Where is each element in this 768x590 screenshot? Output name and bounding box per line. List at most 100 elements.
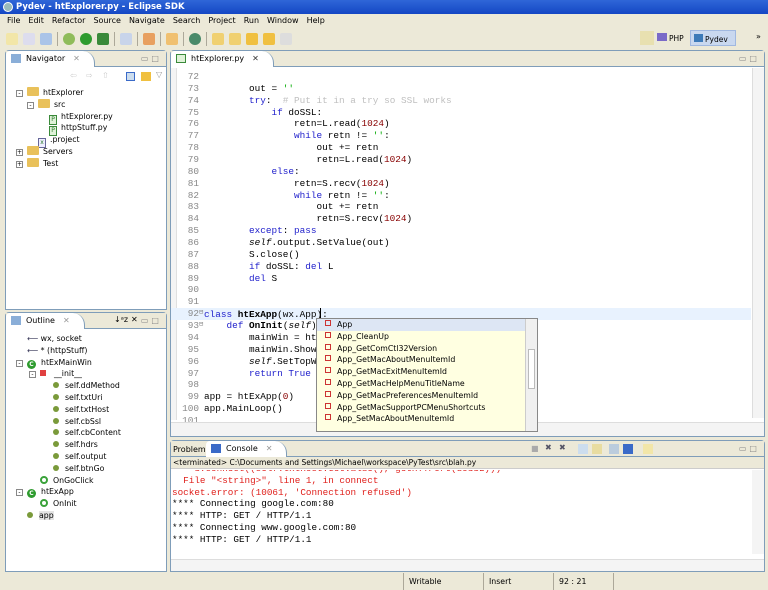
tree-item[interactable]: self.txtHost: [6, 404, 166, 416]
back-icon[interactable]: [263, 33, 275, 45]
tree-item[interactable]: -ChtExApp: [6, 486, 166, 498]
menu-run[interactable]: Run: [241, 14, 264, 28]
tree-item[interactable]: self.txtUri: [6, 392, 166, 404]
tree-item[interactable]: self.btnGo: [6, 463, 166, 475]
expander-icon[interactable]: -: [16, 90, 23, 97]
expander-icon[interactable]: -: [27, 102, 34, 109]
console-output[interactable]: S.connect((self.txtHost.GetValue(), getH…: [172, 470, 747, 552]
remove-all-launches-icon[interactable]: ✖: [559, 443, 566, 452]
debug-icon[interactable]: [63, 33, 75, 45]
close-icon[interactable]: ✕: [252, 54, 259, 63]
code-line[interactable]: 91: [171, 296, 751, 308]
code-line[interactable]: 78 out += retn: [171, 142, 751, 154]
tree-item[interactable]: -ChtExMainWin: [6, 357, 166, 369]
code-line[interactable]: 81 retn=S.recv(1024): [171, 178, 751, 190]
code-line[interactable]: 90: [171, 284, 751, 296]
expander-icon[interactable]: -: [16, 489, 23, 496]
open-type-icon[interactable]: [166, 33, 178, 45]
tree-item[interactable]: -src: [6, 99, 166, 111]
console-horizontal-scrollbar[interactable]: [171, 559, 764, 571]
forward-icon[interactable]: [280, 33, 292, 45]
code-line[interactable]: 74 try: # Put it in a try so SSL works: [171, 95, 751, 107]
collapse-all-icon[interactable]: [126, 72, 135, 81]
previous-annotation-icon[interactable]: [229, 33, 241, 45]
pin-icon[interactable]: [143, 33, 155, 45]
tab-console[interactable]: Console✕: [206, 441, 287, 457]
code-line[interactable]: 79 retn=L.read(1024): [171, 154, 751, 166]
tree-item[interactable]: ⟵ wx, socket: [6, 333, 166, 345]
task-icon[interactable]: [120, 33, 132, 45]
open-console-icon[interactable]: [643, 444, 653, 454]
terminate-icon[interactable]: ■: [531, 444, 539, 453]
next-annotation-icon[interactable]: [212, 33, 224, 45]
code-line[interactable]: 84 retn=S.recv(1024): [171, 213, 751, 225]
expander-icon[interactable]: -: [16, 360, 23, 367]
expander-icon[interactable]: +: [16, 161, 23, 168]
close-icon[interactable]: ✕: [63, 316, 70, 325]
code-line[interactable]: 80 else:: [171, 166, 751, 178]
external-tools-icon[interactable]: [97, 33, 109, 45]
vertical-scrollbar[interactable]: [752, 68, 764, 418]
tab-problems[interactable]: Problems: [173, 445, 210, 454]
completion-item[interactable]: App_GetMacExitMenuItemId: [317, 366, 525, 378]
code-line[interactable]: 73 out = '': [171, 83, 751, 95]
tree-item[interactable]: ⟵ * (httpStuff): [6, 345, 166, 357]
print-icon[interactable]: [40, 33, 52, 45]
code-line[interactable]: 72: [171, 71, 751, 83]
run-icon[interactable]: [80, 33, 92, 45]
code-line[interactable]: 82 while retn != '':: [171, 190, 751, 202]
tab-htexplorer-py[interactable]: htExplorer.py✕: [171, 51, 274, 67]
code-line[interactable]: 89 del S: [171, 273, 751, 285]
code-line[interactable]: 85 except: pass: [171, 225, 751, 237]
code-line[interactable]: 77 while retn != '':: [171, 130, 751, 142]
tree-item[interactable]: PhtExplorer.py: [6, 111, 166, 123]
menu-help[interactable]: Help: [304, 14, 330, 28]
menu-edit[interactable]: Edit: [25, 14, 49, 28]
tab-navigator[interactable]: Navigator✕: [6, 51, 95, 67]
tree-item[interactable]: OnInit: [6, 498, 166, 510]
code-line[interactable]: 87 S.close(): [171, 249, 751, 261]
sort-icon[interactable]: ↓ᵃz: [114, 315, 128, 324]
up-icon[interactable]: ⇧: [102, 71, 109, 80]
completion-item[interactable]: App: [317, 319, 525, 331]
perspective-pydev[interactable]: Pydev: [690, 30, 736, 46]
code-line[interactable]: 75 if doSSL:: [171, 107, 751, 119]
pin-console-icon[interactable]: [609, 444, 619, 454]
open-perspective-icon[interactable]: [640, 31, 654, 45]
fold-icon[interactable]: ⊟: [199, 320, 203, 332]
new-icon[interactable]: [6, 33, 18, 45]
last-edit-icon[interactable]: [246, 33, 258, 45]
tree-item[interactable]: OnGoClick: [6, 475, 166, 487]
close-icon[interactable]: ✕: [73, 54, 80, 63]
back-icon[interactable]: ⇦: [70, 71, 77, 80]
clear-console-icon[interactable]: [578, 444, 588, 454]
menu-search[interactable]: Search: [170, 14, 205, 28]
tree-item[interactable]: self.ddMethod: [6, 380, 166, 392]
link-with-editor-icon[interactable]: [141, 72, 151, 81]
completion-item[interactable]: App_GetComCtl32Version: [317, 343, 525, 355]
completion-item[interactable]: App_GetMacSupportPCMenuShortcuts: [317, 402, 525, 414]
forward-icon[interactable]: ⇨: [86, 71, 93, 80]
expander-icon[interactable]: +: [16, 149, 23, 156]
code-line[interactable]: 88 if doSSL: del L: [171, 261, 751, 273]
code-line[interactable]: 83 out += retn: [171, 201, 751, 213]
completion-item[interactable]: App_GetMacHelpMenuTitleName: [317, 378, 525, 390]
tree-item[interactable]: +Test: [6, 158, 166, 170]
code-line[interactable]: 76 retn=L.read(1024): [171, 118, 751, 130]
tree-item[interactable]: PhttpStuff.py: [6, 122, 166, 134]
tree-item[interactable]: x.project: [6, 134, 166, 146]
perspective-php[interactable]: PHP: [657, 33, 684, 43]
tree-item[interactable]: self.cbSsl: [6, 416, 166, 428]
completion-scrollbar[interactable]: [525, 319, 537, 431]
menu-navigate[interactable]: Navigate: [126, 14, 170, 28]
tree-item[interactable]: -__init__: [6, 368, 166, 380]
completion-item[interactable]: App_SetMacAboutMenuItemId: [317, 413, 525, 425]
tree-item[interactable]: self.hdrs: [6, 439, 166, 451]
remove-launch-icon[interactable]: ✖: [545, 443, 552, 452]
tree-item[interactable]: +Servers: [6, 146, 166, 158]
perspective-overflow[interactable]: »: [756, 32, 761, 41]
fold-icon[interactable]: ⊟: [199, 308, 203, 320]
menu-window[interactable]: Window: [264, 14, 304, 28]
tree-item[interactable]: -htExplorer: [6, 87, 166, 99]
globe-icon[interactable]: [189, 33, 201, 45]
